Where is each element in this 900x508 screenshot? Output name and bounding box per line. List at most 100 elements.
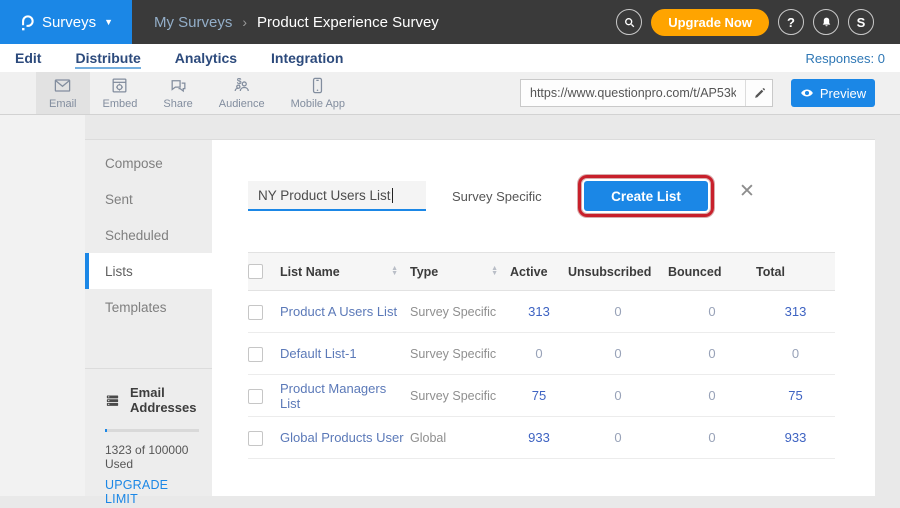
active-count[interactable]: 313 <box>510 291 568 333</box>
list-name-input[interactable]: NY Product Users List <box>248 181 426 211</box>
breadcrumb-my-surveys[interactable]: My Surveys <box>154 14 232 31</box>
email-sidebar: Compose Sent Scheduled Lists Templates E… <box>85 139 212 496</box>
active-count[interactable]: 0 <box>510 333 568 375</box>
text-cursor <box>392 188 393 203</box>
toolbar-item-audience[interactable]: $ Audience <box>206 72 278 114</box>
svg-text:$: $ <box>237 76 242 86</box>
breadcrumb-separator: › <box>242 14 247 30</box>
tab-distribute[interactable]: Distribute <box>75 50 140 66</box>
toolbar-item-embed[interactable]: Embed <box>90 72 151 114</box>
create-list-button[interactable]: Create List <box>584 181 708 211</box>
header-actions: Upgrade Now ? S <box>616 0 900 44</box>
surveys-menu-label: Surveys <box>42 14 96 31</box>
sidebar-item-templates[interactable]: Templates <box>85 289 212 325</box>
bell-icon <box>820 16 833 29</box>
toolbar-item-share[interactable]: Share <box>150 72 205 114</box>
email-addresses-title: Email Addresses <box>130 385 199 415</box>
sidebar-item-lists[interactable]: Lists <box>85 253 212 289</box>
tab-analytics[interactable]: Analytics <box>175 50 237 66</box>
upgrade-now-button[interactable]: Upgrade Now <box>651 9 769 36</box>
table-row: Product Managers List Survey Specific 75… <box>248 375 835 417</box>
email-addresses-header: Email Addresses <box>105 385 199 415</box>
progress-fill <box>105 429 107 432</box>
list-table-body: Product A Users List Survey Specific 313… <box>248 291 835 459</box>
sidebar-item-compose[interactable]: Compose <box>85 145 212 181</box>
responses-count[interactable]: Responses: 0 <box>806 51 886 66</box>
table-row: Default List-1 Survey Specific 0 0 0 0 <box>248 333 835 375</box>
row-checkbox[interactable] <box>248 347 263 362</box>
list-name-link[interactable]: Global Products User <box>280 417 410 459</box>
list-type-value: Survey Specific <box>410 333 510 375</box>
notifications-button[interactable] <box>813 9 839 35</box>
column-total: Total <box>756 253 835 291</box>
tab-integration[interactable]: Integration <box>271 50 343 66</box>
list-stack-icon <box>105 393 120 408</box>
unsubscribed-count: 0 <box>568 375 668 417</box>
email-usage-progress-bar <box>105 429 199 432</box>
content-area: Compose Sent Scheduled Lists Templates E… <box>0 115 900 496</box>
audience-icon: $ <box>232 76 251 95</box>
embed-icon <box>110 76 129 95</box>
column-active: Active <box>510 253 568 291</box>
avatar[interactable]: S <box>848 9 874 35</box>
list-name-link[interactable]: Default List-1 <box>280 333 410 375</box>
list-type-value: Survey Specific <box>410 375 510 417</box>
sidebar-item-scheduled[interactable]: Scheduled <box>85 217 212 253</box>
total-count[interactable]: 313 <box>756 291 835 333</box>
pencil-icon <box>753 87 766 100</box>
select-all-checkbox[interactable] <box>248 264 263 279</box>
upgrade-limit-link[interactable]: UPGRADE LIMIT <box>105 478 199 506</box>
row-checkbox[interactable] <box>248 389 263 404</box>
breadcrumb: My Surveys › Product Experience Survey <box>132 0 439 44</box>
table-header-row: List Name ▲▼ Type ▲▼ Active Unsubscribed B… <box>248 253 835 291</box>
unsubscribed-count: 0 <box>568 291 668 333</box>
help-button[interactable]: ? <box>778 9 804 35</box>
column-list-name: List Name <box>280 265 340 279</box>
lists-table: List Name ▲▼ Type ▲▼ Active Unsubscribed B… <box>248 252 835 459</box>
sort-icon[interactable]: ▲▼ <box>491 267 498 276</box>
chevron-down-icon: ▼ <box>104 18 113 27</box>
list-type-value: Global <box>410 417 510 459</box>
unsubscribed-count: 0 <box>568 333 668 375</box>
email-addresses-panel: Email Addresses 1323 of 100000 Used UPGR… <box>85 368 212 508</box>
active-count[interactable]: 933 <box>510 417 568 459</box>
preview-button[interactable]: Preview <box>791 79 875 107</box>
list-name-link[interactable]: Product A Users List <box>280 291 410 333</box>
sidebar-item-sent[interactable]: Sent <box>85 181 212 217</box>
column-type: Type <box>410 265 438 279</box>
annotation-highlight: Create List <box>578 175 714 217</box>
edit-url-button[interactable] <box>745 80 772 106</box>
table-row: Product A Users List Survey Specific 313… <box>248 291 835 333</box>
unsubscribed-count: 0 <box>568 417 668 459</box>
survey-url-input[interactable] <box>521 80 745 106</box>
email-icon <box>53 76 72 95</box>
questionpro-logo-icon <box>19 13 34 32</box>
left-margin <box>0 115 85 496</box>
list-name-link[interactable]: Product Managers List <box>280 375 410 417</box>
share-icon <box>169 76 188 95</box>
survey-url-box <box>520 79 773 107</box>
column-bounced: Bounced <box>668 253 756 291</box>
total-count[interactable]: 0 <box>756 333 835 375</box>
table-row: Global Products User Global 933 0 0 933 <box>248 417 835 459</box>
row-checkbox[interactable] <box>248 305 263 320</box>
sidebar-items: Compose Sent Scheduled Lists Templates <box>85 140 212 325</box>
sort-icon[interactable]: ▲▼ <box>391 267 398 276</box>
close-icon[interactable]: ✕ <box>739 182 755 201</box>
toolbar-item-email[interactable]: Email <box>36 72 90 114</box>
total-count[interactable]: 75 <box>756 375 835 417</box>
row-checkbox[interactable] <box>248 431 263 446</box>
toolbar-item-mobile-app[interactable]: Mobile App <box>278 72 358 114</box>
surveys-product-menu[interactable]: Surveys ▼ <box>0 0 132 44</box>
column-unsubscribed: Unsubscribed <box>568 253 668 291</box>
list-name-value: NY Product Users List <box>258 188 391 203</box>
distribute-toolbar: Email Embed Share $ Audience Mobile App <box>0 72 900 115</box>
total-count[interactable]: 933 <box>756 417 835 459</box>
active-count[interactable]: 75 <box>510 375 568 417</box>
search-button[interactable] <box>616 9 642 35</box>
search-icon <box>623 16 636 29</box>
bounced-count: 0 <box>668 333 756 375</box>
list-type-select[interactable]: Survey Specific ▼ <box>452 181 596 211</box>
questionpro-app: Surveys ▼ My Surveys › Product Experienc… <box>0 0 900 497</box>
tab-edit[interactable]: Edit <box>15 50 41 66</box>
